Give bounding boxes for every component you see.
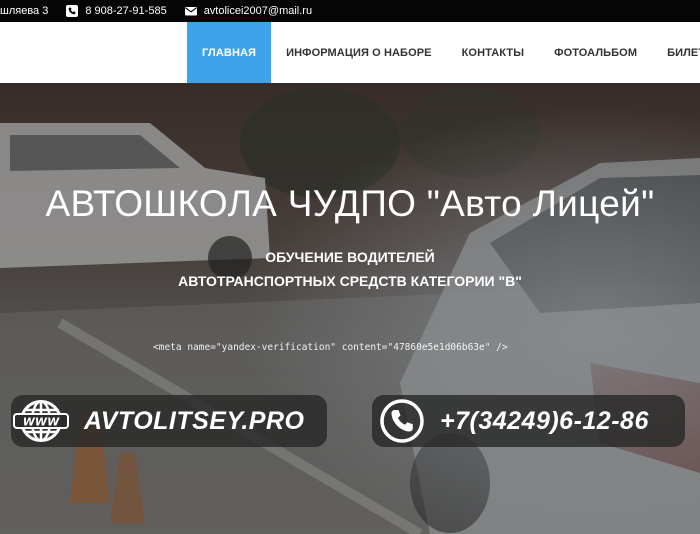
meta-verification-text: <meta name="yandex-verification" content…: [153, 342, 508, 353]
svg-text:WWW: WWW: [23, 416, 60, 429]
nav-item-home[interactable]: ГЛАВНАЯ: [187, 22, 272, 83]
www-globe-icon: WWW: [11, 395, 71, 447]
nav-item-contacts[interactable]: КОНТАКТЫ: [447, 22, 539, 83]
top-contact-bar: шляева 3 8 908-27-91-585 avtolicei2007@m…: [0, 0, 700, 22]
hero-subtitle-line1: ОБУЧЕНИЕ ВОДИТЕЛЕЙ: [265, 249, 435, 265]
hero-subtitle-line2: АВТОТРАНСПОРТНЫХ СРЕДСТВ КАТЕГОРИИ "В": [178, 273, 522, 289]
email-item[interactable]: avtolicei2007@mail.ru: [184, 5, 313, 17]
page-title: АВТОШКОЛА ЧУДПО "Авто Лицей": [45, 183, 655, 224]
nav-item-enrollment-info[interactable]: ИНФОРМАЦИЯ О НАБОРЕ: [271, 22, 447, 83]
envelope-icon: [184, 5, 197, 17]
phone-text: 8 908-27-91-585: [85, 5, 167, 17]
phone-circle-icon: [372, 395, 432, 447]
main-navigation: ГЛАВНАЯ ИНФОРМАЦИЯ О НАБОРЕ КОНТАКТЫ ФОТ…: [0, 22, 700, 83]
website-text: AVTOLITSEY.PRO: [84, 406, 305, 435]
phone-number-text: +7(34249)6-12-86: [440, 406, 649, 435]
address-item: шляева 3: [0, 5, 48, 17]
nav-menu: ГЛАВНАЯ ИНФОРМАЦИЯ О НАБОРЕ КОНТАКТЫ ФОТ…: [187, 22, 700, 83]
phone-badge[interactable]: +7(34249)6-12-86: [372, 395, 685, 447]
address-text: шляева 3: [0, 5, 49, 17]
nav-item-tickets[interactable]: БИЛЕТЫ ПД: [652, 22, 700, 83]
hero-overlay: [0, 83, 700, 534]
email-text: avtolicei2007@mail.ru: [203, 5, 313, 17]
hero-banner: АВТОШКОЛА ЧУДПО "Авто Лицей" ОБУЧЕНИЕ ВО…: [0, 83, 700, 534]
website-badge[interactable]: WWW AVTOLITSEY.PRO: [11, 395, 327, 447]
phone-item[interactable]: 8 908-27-91-585: [66, 5, 167, 17]
nav-item-photo-album[interactable]: ФОТОАЛЬБОМ: [539, 22, 652, 83]
phone-icon: [66, 5, 79, 17]
